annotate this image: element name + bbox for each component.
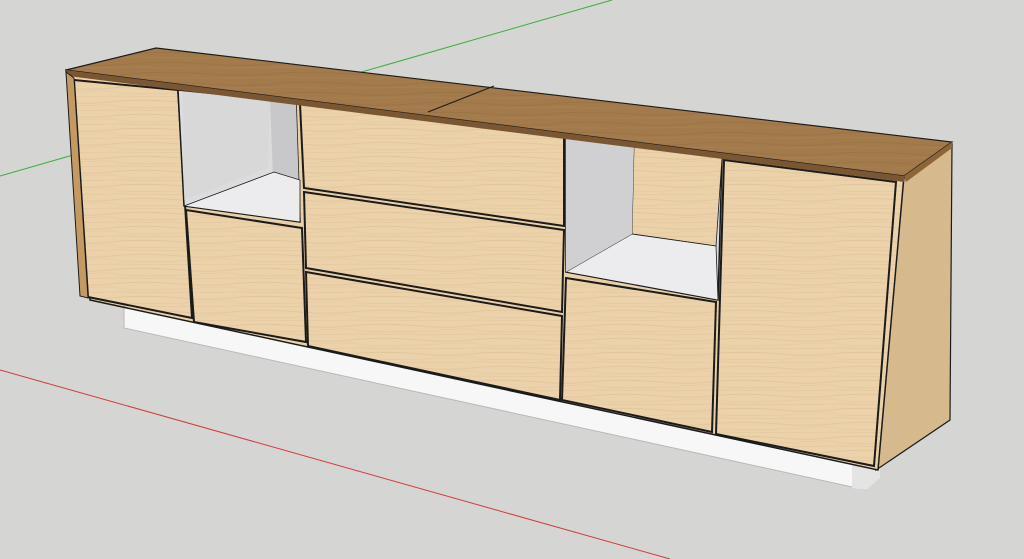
left-cubby[interactable]	[177, 89, 301, 223]
right-cubby[interactable]	[564, 137, 723, 301]
left-door[interactable]	[72, 78, 194, 320]
scene-canvas[interactable]	[0, 0, 1024, 559]
right-door[interactable]	[714, 158, 898, 468]
left-lower-door[interactable]	[184, 208, 308, 344]
3d-model-viewport[interactable]	[0, 0, 1024, 559]
